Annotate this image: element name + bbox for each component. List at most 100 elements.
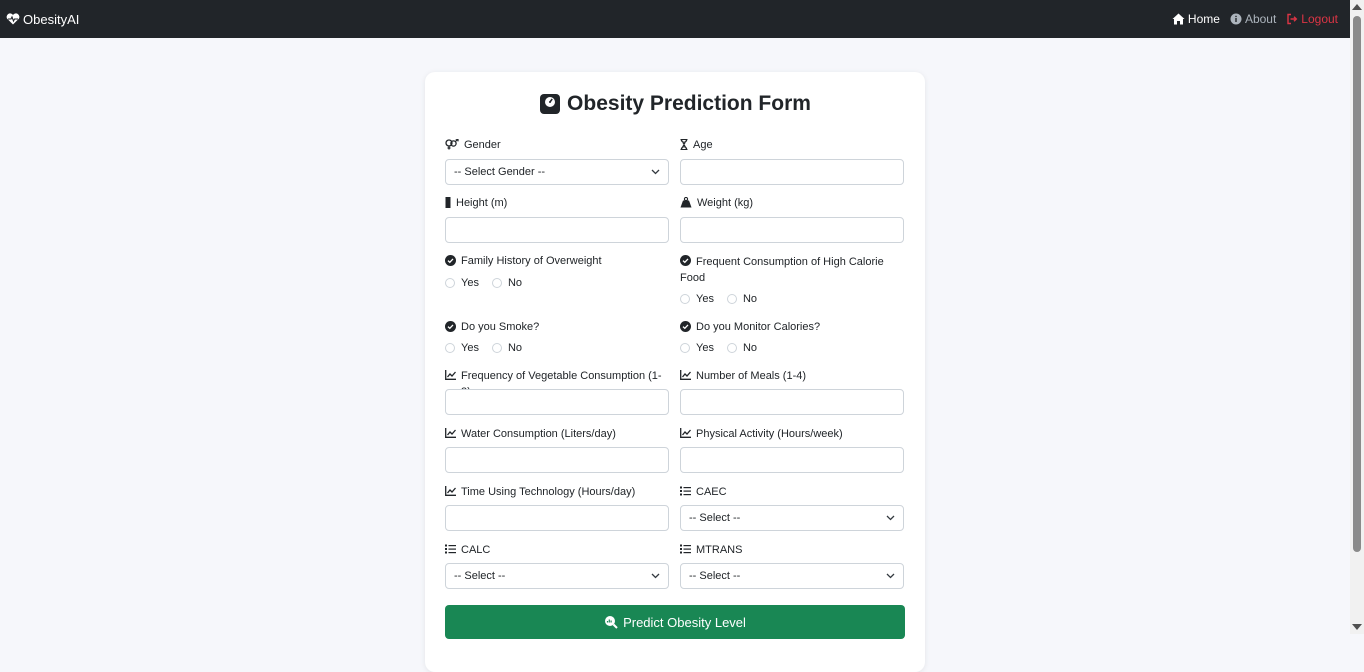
favc-label: Frequent Consumption of High Calorie Foo… [680, 255, 884, 284]
list-icon [680, 544, 691, 554]
chart-line-icon [445, 370, 456, 380]
prediction-form-card: Obesity Prediction Form Gender -- Select… [425, 72, 925, 672]
ch2o-input[interactable] [445, 447, 669, 473]
info-icon [1230, 13, 1242, 25]
tue-label: Time Using Technology (Hours/day) [445, 484, 669, 500]
radio-circle-icon [491, 278, 502, 288]
scc-no-radio[interactable]: No [726, 342, 757, 354]
weight-label: Weight (kg) [680, 195, 904, 211]
page-scrollbar[interactable] [1350, 0, 1364, 634]
hourglass-icon [680, 139, 688, 150]
favc-field: Frequent Consumption of High Calorie Foo… [680, 253, 904, 305]
family-history-no-radio[interactable]: No [491, 277, 522, 289]
faf-input[interactable] [680, 447, 904, 473]
caec-field: CAEC -- Select -- [680, 484, 904, 531]
ncp-input[interactable] [680, 389, 904, 415]
nav-about-label: About [1244, 12, 1277, 26]
check-circle-icon [680, 255, 691, 266]
scroll-up-arrow-icon[interactable] [1352, 4, 1362, 10]
radio-circle-icon [680, 294, 690, 304]
caec-selected-value: -- Select -- [689, 512, 741, 524]
age-input[interactable] [680, 159, 904, 185]
height-input[interactable] [445, 217, 669, 243]
faf-field: Physical Activity (Hours/week) [680, 426, 904, 473]
weight-scale-icon [539, 93, 561, 115]
list-icon [445, 544, 456, 554]
form-title: Obesity Prediction Form [425, 92, 925, 116]
caec-select[interactable]: -- Select -- [680, 505, 904, 531]
form-title-text: Obesity Prediction Form [567, 92, 811, 115]
family-history-yes-radio[interactable]: Yes [445, 277, 479, 289]
gender-field: Gender -- Select Gender -- [445, 137, 669, 185]
faf-label: Physical Activity (Hours/week) [680, 426, 904, 442]
fcvc-input[interactable] [445, 389, 669, 415]
navbar: ObesityAI Home About Logout [0, 0, 1350, 38]
chart-line-icon [445, 486, 456, 496]
chevron-down-icon [886, 515, 895, 521]
home-icon [1172, 13, 1185, 25]
mtrans-select[interactable]: -- Select -- [680, 563, 904, 589]
nav-about-link[interactable]: About [1230, 12, 1276, 26]
nav-home-link[interactable]: Home [1172, 12, 1220, 26]
tue-field: Time Using Technology (Hours/day) [445, 484, 669, 531]
scc-field: Do you Monitor Calories? Yes No [680, 319, 904, 354]
smoke-yes-radio[interactable]: Yes [445, 342, 479, 354]
weight-field: Weight (kg) [680, 195, 904, 243]
ncp-field: Number of Meals (1-4) [680, 368, 904, 415]
calc-select[interactable]: -- Select -- [445, 563, 669, 589]
calc-field: CALC -- Select -- [445, 542, 669, 589]
nav-logout-link[interactable]: Logout [1286, 12, 1338, 26]
caec-label: CAEC [680, 484, 904, 500]
weight-hanging-icon [680, 197, 692, 208]
chevron-down-icon [886, 573, 895, 579]
fcvc-field: Frequency of Vegetable Consumption (1-3) [445, 368, 669, 415]
favc-radios: Yes No [680, 293, 757, 305]
check-circle-icon [445, 255, 456, 266]
favc-no-radio[interactable]: No [726, 293, 757, 305]
check-circle-icon [680, 321, 691, 332]
calc-selected-value: -- Select -- [454, 570, 506, 582]
ch2o-field: Water Consumption (Liters/day) [445, 426, 669, 473]
chart-line-icon [445, 428, 456, 438]
smoke-no-radio[interactable]: No [491, 342, 522, 354]
radio-circle-icon [680, 343, 690, 353]
radio-circle-icon [726, 343, 737, 353]
nav-home-label: Home [1187, 12, 1220, 26]
gender-label: Gender [445, 137, 669, 153]
mtrans-field: MTRANS -- Select -- [680, 542, 904, 589]
scc-yes-radio[interactable]: Yes [680, 342, 714, 354]
scroll-thumb[interactable] [1353, 16, 1361, 552]
brand-name: ObesityAI [23, 11, 80, 27]
venus-mars-icon [445, 139, 459, 150]
gender-select[interactable]: -- Select Gender -- [445, 159, 669, 185]
age-label: Age [680, 137, 904, 153]
logout-icon [1286, 13, 1298, 25]
radio-circle-icon [726, 294, 737, 304]
chevron-down-icon [651, 573, 660, 579]
family-history-field: Family History of Overweight Yes No [445, 253, 669, 289]
radio-circle-icon [445, 278, 455, 288]
favc-yes-radio[interactable]: Yes [680, 293, 714, 305]
height-field: Height (m) [445, 195, 669, 243]
smoke-field: Do you Smoke? Yes No [445, 319, 669, 354]
family-history-label: Family History of Overweight [445, 253, 669, 269]
nav-links: Home About Logout [1172, 12, 1338, 26]
mtrans-selected-value: -- Select -- [689, 570, 741, 582]
scroll-down-arrow-icon[interactable] [1352, 624, 1362, 630]
tue-input[interactable] [445, 505, 669, 531]
nav-logout-label: Logout [1301, 12, 1338, 26]
ncp-label: Number of Meals (1-4) [680, 368, 904, 384]
gender-selected-value: -- Select Gender -- [454, 166, 546, 178]
radio-circle-icon [445, 343, 455, 353]
age-field: Age [680, 137, 904, 185]
smoke-radios: Yes No [445, 342, 522, 354]
heart-pulse-icon [6, 13, 20, 25]
smoke-label: Do you Smoke? [445, 319, 669, 335]
chart-line-icon [680, 370, 691, 380]
height-label: Height (m) [445, 195, 669, 211]
brand[interactable]: ObesityAI [6, 12, 79, 27]
chart-line-icon [680, 428, 691, 438]
weight-input[interactable] [680, 217, 904, 243]
radio-circle-icon [491, 343, 502, 353]
ch2o-label: Water Consumption (Liters/day) [445, 426, 669, 442]
